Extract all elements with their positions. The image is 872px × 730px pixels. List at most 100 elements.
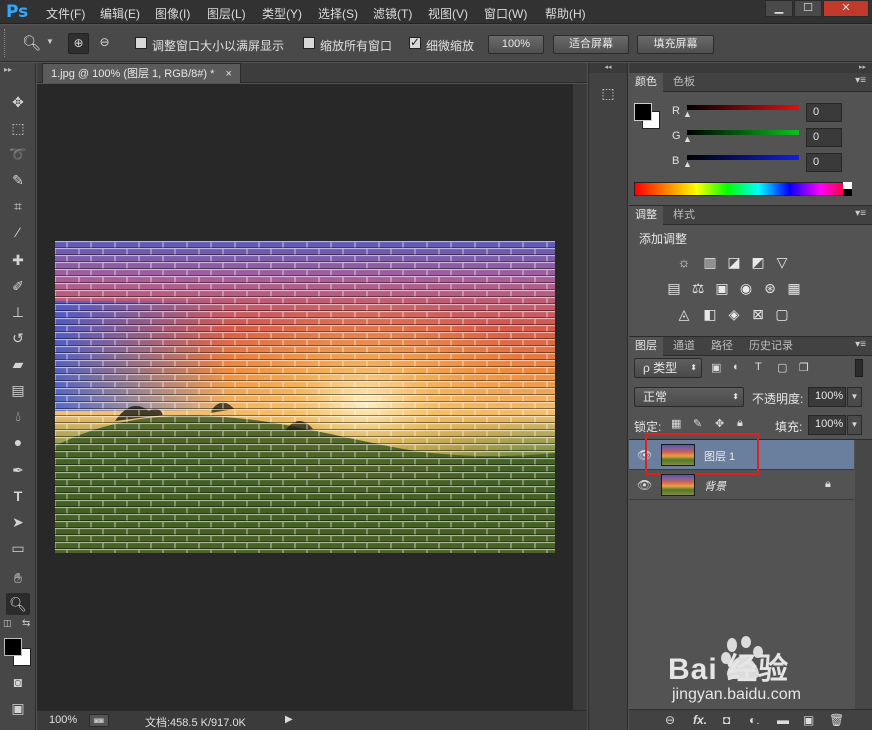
menu-type[interactable]: 类型(Y) [262, 5, 302, 22]
blend-mode-dropdown[interactable]: 正常 ⬍ [634, 387, 744, 407]
levels-adjust-icon[interactable]: ▥ [701, 254, 719, 270]
menu-layer[interactable]: 图层(L) [207, 5, 246, 22]
tab-paths[interactable]: 路径 [705, 337, 739, 356]
visibility-eye-icon[interactable]: 👁︎ [637, 478, 652, 492]
color-panel-menu-icon[interactable]: ▾≡ [855, 75, 866, 86]
gradient-map-adjust-icon[interactable]: ▢ [773, 306, 791, 322]
menu-view[interactable]: 视图(V) [428, 5, 468, 22]
maximize-button[interactable]: ☐ [794, 0, 822, 17]
gradient-tool-icon[interactable]: ▤ [6, 379, 30, 401]
blur-tool-icon[interactable]: 💧︎ [6, 405, 30, 427]
new-layer-icon[interactable]: ▣ [803, 713, 814, 727]
close-button[interactable]: ✕ [823, 0, 869, 17]
close-tab-icon[interactable]: × [225, 68, 231, 80]
brush-tool-icon[interactable]: ✐ [6, 275, 30, 297]
tab-styles[interactable]: 样式 [667, 206, 701, 225]
menu-image[interactable]: 图像(I) [155, 5, 190, 22]
tab-channels[interactable]: 通道 [667, 337, 701, 356]
new-adjustment-icon[interactable]: ◐. [749, 713, 760, 727]
document-tab[interactable]: 1.jpg @ 100% (图层 1, RGB/8#) * × [42, 63, 241, 83]
dock-expand-icon[interactable]: ◂◂ [589, 63, 627, 73]
layers-menu-icon[interactable]: ▾≡ [855, 339, 866, 350]
lock-position-icon[interactable]: ✥ [715, 417, 724, 430]
brightness-adjust-icon[interactable]: ☼ [675, 254, 693, 270]
zoom-tool-icon[interactable]: 🔍︎ [6, 593, 30, 615]
menu-window[interactable]: 窗口(W) [484, 5, 527, 22]
tab-adjustments[interactable]: 调整 [629, 206, 663, 225]
fill-screen-button[interactable]: 填充屏幕 [637, 35, 714, 54]
green-channel-slider[interactable] [687, 130, 799, 135]
crop-tool-icon[interactable]: ⌗ [6, 195, 30, 217]
posterize-adjust-icon[interactable]: ◧ [701, 306, 719, 322]
dodge-tool-icon[interactable]: ● [6, 431, 30, 453]
filter-shape-icon[interactable]: ▢ [777, 361, 793, 376]
color-lookup-adjust-icon[interactable]: ▦ [785, 280, 803, 296]
foreground-color-swatch[interactable] [4, 638, 22, 656]
channel-mixer-adjust-icon[interactable]: ⊛ [761, 280, 779, 296]
new-group-icon[interactable]: ▬ [777, 713, 789, 727]
color-panel-foreground-swatch[interactable] [634, 103, 652, 121]
black-white-adjust-icon[interactable]: ▣ [713, 280, 731, 296]
blue-channel-slider[interactable] [687, 155, 799, 160]
quick-select-tool-icon[interactable]: ✎ [6, 169, 30, 191]
shape-tool-icon[interactable]: ▭ [6, 537, 30, 559]
opacity-field[interactable]: 100% [808, 387, 846, 407]
selective-color-adjust-icon[interactable]: ⊠ [749, 306, 767, 322]
color-balance-adjust-icon[interactable]: ⚖ [689, 280, 707, 296]
panel-collapse-icon[interactable]: ▸▸ [629, 63, 872, 73]
swap-colors-icon[interactable]: ⇆ [22, 618, 30, 629]
status-proof-icon[interactable]: ◙◙ [89, 714, 109, 727]
tab-history[interactable]: 历史记录 [743, 337, 799, 356]
red-channel-slider[interactable] [687, 105, 799, 110]
healing-tool-icon[interactable]: ✚ [6, 249, 30, 271]
eyedropper-tool-icon[interactable]: ⁄ [6, 221, 30, 243]
resize-windows-checkbox[interactable] [135, 37, 147, 49]
spectrum-bw-swatch[interactable] [843, 182, 852, 196]
lasso-tool-icon[interactable]: ➰ [6, 143, 30, 165]
red-value-field[interactable]: 0 [806, 103, 842, 122]
vertical-scrollbar[interactable] [573, 84, 587, 710]
document-image[interactable] [55, 241, 555, 553]
threshold-adjust-icon[interactable]: ◈ [725, 306, 743, 322]
screen-mode-icon[interactable]: ▣ [6, 697, 30, 719]
green-value-field[interactable]: 0 [806, 128, 842, 147]
tab-layers[interactable]: 图层 [629, 337, 663, 356]
history-brush-tool-icon[interactable]: ↺ [6, 327, 30, 349]
quick-mask-icon[interactable]: ◙ [6, 671, 30, 693]
menu-filter[interactable]: 滤镜(T) [373, 5, 412, 22]
hand-tool-icon[interactable]: ✋︎ [6, 567, 30, 589]
background-layer-name[interactable]: 背景 [704, 478, 726, 494]
zoom-out-icon[interactable]: ⊖ [94, 33, 115, 54]
menu-edit[interactable]: 编辑(E) [100, 5, 140, 22]
exposure-adjust-icon[interactable]: ◩ [749, 254, 767, 270]
fill-dropdown-icon[interactable]: ▼ [847, 415, 862, 435]
add-mask-icon[interactable]: ◘ [723, 713, 730, 727]
menu-file[interactable]: 文件(F) [46, 5, 85, 22]
invert-adjust-icon[interactable]: ◬ [675, 306, 693, 322]
tab-swatches[interactable]: 色板 [667, 73, 701, 92]
filter-type-icon[interactable]: T [755, 361, 771, 376]
curves-adjust-icon[interactable]: ◪ [725, 254, 743, 270]
filter-toggle[interactable] [855, 359, 863, 377]
dock-3d-icon[interactable]: ⬚ [599, 85, 617, 103]
link-layers-icon[interactable]: ⊖ [665, 713, 675, 727]
menu-select[interactable]: 选择(S) [318, 5, 358, 22]
collapse-tools-icon[interactable]: ▸▸ [4, 65, 12, 74]
stamp-tool-icon[interactable]: ⊥ [6, 301, 30, 323]
vibrance-adjust-icon[interactable]: ▽ [773, 254, 791, 270]
tab-color[interactable]: 颜色 [629, 73, 663, 92]
menu-help[interactable]: 帮助(H) [545, 5, 586, 22]
scrubby-zoom-checkbox[interactable] [409, 35, 421, 49]
path-select-tool-icon[interactable]: ➤ [6, 511, 30, 533]
eraser-tool-icon[interactable]: ▰ [6, 353, 30, 375]
fill-field[interactable]: 100% [808, 415, 846, 435]
layer-filter-dropdown[interactable]: ρ 类型 ⬍ [634, 358, 702, 378]
zoom-level[interactable]: 100% [49, 714, 77, 726]
options-grip[interactable] [4, 29, 7, 57]
zoom-all-checkbox[interactable] [303, 37, 315, 49]
adjustments-menu-icon[interactable]: ▾≡ [855, 208, 866, 219]
layer-row-background[interactable]: 👁︎ 背景 🔒︎ [629, 470, 854, 500]
lock-transparent-icon[interactable]: ▦ [671, 417, 681, 430]
color-spectrum-ramp[interactable] [634, 182, 852, 196]
photo-filter-adjust-icon[interactable]: ◉ [737, 280, 755, 296]
